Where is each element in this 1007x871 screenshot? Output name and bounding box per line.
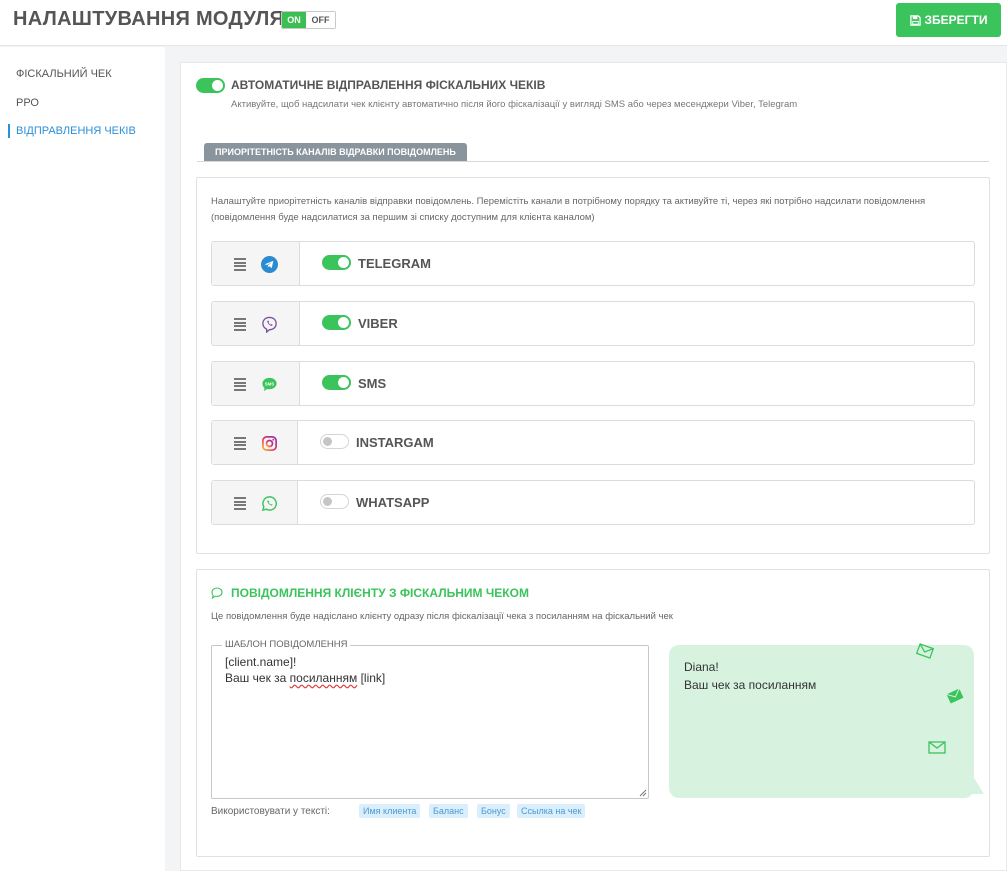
save-button[interactable]: ЗБЕРЕГТИ (896, 3, 1001, 37)
auto-send-title: АВТОМАТИЧНЕ ВІДПРАВЛЕННЯ ФІСКАЛЬНИХ ЧЕКІ… (231, 78, 546, 92)
channel-handle-area[interactable] (212, 242, 300, 285)
sidebar-item-rro[interactable]: РРО (16, 97, 39, 109)
whatsapp-toggle[interactable] (320, 494, 349, 509)
envelope-icon (928, 741, 946, 754)
template-legend: ШАБЛОН ПОВІДОМЛЕННЯ (222, 639, 351, 650)
tab-divider (197, 161, 989, 162)
viber-icon (262, 316, 277, 333)
auto-send-toggle[interactable] (196, 78, 225, 93)
resize-handle-icon[interactable] (639, 789, 647, 797)
message-preview-bubble: Diana! Ваш чек за посиланням (669, 643, 989, 798)
use-in-text-label: Використовувати у тексті: (211, 806, 330, 817)
toggle-on-label[interactable]: ON (282, 12, 306, 28)
bubble-tail (969, 778, 989, 794)
module-on-off-toggle[interactable]: ON OFF (281, 11, 336, 29)
instagram-toggle[interactable] (320, 434, 349, 449)
telegram-toggle[interactable] (322, 255, 351, 270)
floppy-disk-icon (909, 14, 921, 26)
auto-send-description: Активуйте, щоб надсилати чек клієнту авт… (231, 99, 798, 110)
active-item-marker (8, 124, 10, 138)
instagram-icon (262, 436, 277, 451)
drag-handle-icon[interactable] (234, 318, 246, 331)
drag-handle-icon[interactable] (234, 258, 246, 271)
template-line-1: [client.name]! (225, 655, 297, 669)
channel-row-viber[interactable]: VIBER (211, 301, 975, 346)
main-content: АВТОМАТИЧНЕ ВІДПРАВЛЕННЯ ФІСКАЛЬНИХ ЧЕКІ… (180, 62, 1007, 871)
preview-line-1: Diana! (684, 660, 719, 674)
channel-label-instagram: INSTARGAM (356, 435, 434, 450)
drag-handle-icon[interactable] (234, 497, 246, 510)
chip-bonus[interactable]: Бонус (477, 804, 510, 818)
sidebar-item-sending-receipts[interactable]: ВІДПРАВЛЕННЯ ЧЕКІВ (16, 125, 136, 137)
drag-handle-icon[interactable] (234, 437, 246, 450)
channel-label-sms: SMS (358, 376, 387, 391)
channel-handle-area[interactable] (212, 421, 298, 464)
viber-toggle[interactable] (322, 315, 351, 330)
chip-balance[interactable]: Баланс (429, 804, 468, 818)
whatsapp-icon (261, 496, 277, 512)
page-title: НАЛАШТУВАННЯ МОДУЛЯ (13, 8, 285, 30)
chip-receipt-link[interactable]: Ссылка на чек (517, 804, 586, 818)
tab-channel-priority[interactable]: ПРИОРІТЕТНІСТЬ КАНАЛІВ ВІДРАВКИ ПОВІДОМЛ… (204, 143, 467, 161)
sms-icon: SMS (262, 377, 277, 392)
save-button-label: ЗБЕРЕГТИ (924, 13, 988, 27)
chip-client-name[interactable]: Имя клиента (359, 804, 421, 818)
sidebar: ФІСКАЛЬНИЙ ЧЕК РРО ВІДПРАВЛЕННЯ ЧЕКІВ (0, 47, 165, 871)
channel-label-whatsapp: WHATSAPP (356, 495, 430, 510)
channel-label-viber: VIBER (358, 316, 398, 331)
channel-row-whatsapp[interactable]: WHATSAPP (211, 480, 975, 525)
sidebar-item-fiscal-receipt[interactable]: ФІСКАЛЬНИЙ ЧЕК (16, 68, 112, 80)
drag-handle-icon[interactable] (234, 378, 246, 391)
channel-priority-description: Налаштуйте приорітетність каналів відпра… (211, 196, 926, 223)
channel-handle-area[interactable]: SMS (212, 362, 300, 405)
client-message-description: Це повідомлення буде надіслано клієнту о… (211, 611, 673, 622)
template-line-2-word: посиланням (289, 671, 358, 685)
channel-row-sms[interactable]: SMS SMS (211, 361, 975, 406)
channel-priority-panel: Налаштуйте приорітетність каналів відпра… (196, 177, 990, 554)
client-message-panel: ПОВІДОМЛЕННЯ КЛІЄНТУ З ФІСКАЛЬНИМ ЧЕКОМ … (196, 569, 990, 857)
channel-handle-area[interactable] (212, 302, 300, 345)
preview-line-2: Ваш чек за посиланням (684, 678, 817, 692)
template-line-2-prefix: Ваш чек за (225, 671, 290, 685)
envelope-icon (915, 643, 935, 659)
template-line-2: Ваш чек за посиланням [link] (225, 671, 385, 685)
toggle-off-label[interactable]: OFF (306, 12, 335, 28)
template-line-2-suffix: [link] (357, 671, 386, 685)
channel-label-telegram: TELEGRAM (358, 256, 431, 271)
channel-handle-area[interactable] (212, 481, 298, 524)
channel-row-telegram[interactable]: TELEGRAM (211, 241, 975, 286)
message-template-textarea[interactable]: ШАБЛОН ПОВІДОМЛЕННЯ [client.name]! Ваш ч… (211, 639, 649, 799)
telegram-icon (261, 256, 278, 273)
envelope-icon (946, 688, 964, 704)
speech-bubble-icon (211, 587, 223, 599)
header-bar: НАЛАШТУВАННЯ МОДУЛЯ ON OFF ЗБЕРЕГТИ (0, 0, 1007, 46)
sms-toggle[interactable] (322, 375, 351, 390)
channel-row-instagram[interactable]: INSTARGAM (211, 420, 975, 465)
client-message-title: ПОВІДОМЛЕННЯ КЛІЄНТУ З ФІСКАЛЬНИМ ЧЕКОМ (231, 586, 529, 600)
svg-text:SMS: SMS (265, 381, 274, 386)
